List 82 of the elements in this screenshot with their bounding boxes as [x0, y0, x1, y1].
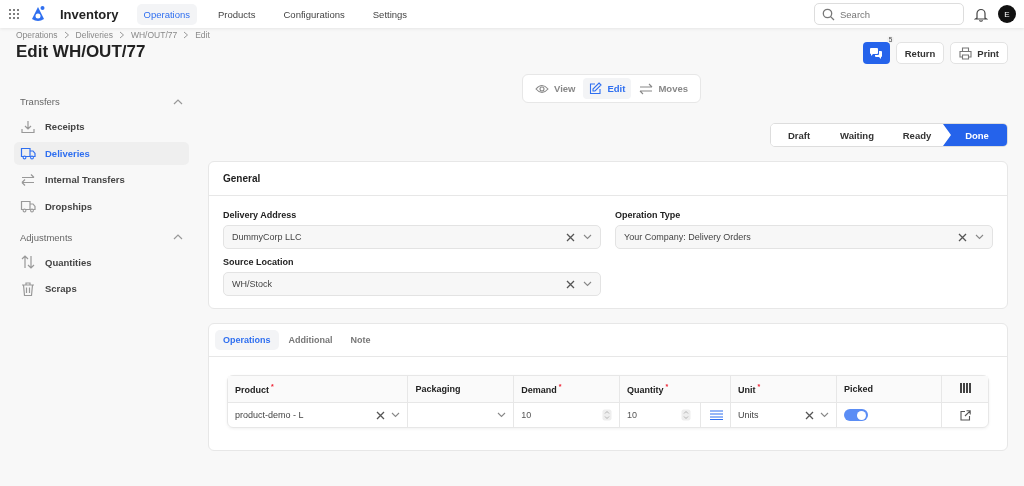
- swap-arrows-icon: [639, 82, 654, 95]
- clear-icon[interactable]: [376, 410, 386, 420]
- chevron-down-icon[interactable]: [583, 281, 592, 287]
- print-button[interactable]: Print: [950, 42, 1008, 64]
- breadcrumb-link[interactable]: Operations: [16, 30, 58, 40]
- truck-icon: [20, 198, 36, 214]
- return-button[interactable]: Return: [895, 42, 945, 64]
- sidebar-item[interactable]: Receipts: [14, 115, 189, 138]
- select-field[interactable]: DummyCorp LLC: [223, 225, 601, 249]
- edit-icon: [589, 82, 603, 95]
- view-mode-tab[interactable]: Edit: [583, 78, 632, 99]
- breadcrumb-separator-icon: [63, 31, 70, 39]
- printer-icon: [959, 46, 973, 60]
- nav-tab[interactable]: Configurations: [276, 3, 352, 25]
- chevron-down-icon[interactable]: [820, 412, 830, 418]
- breadcrumb-link[interactable]: WH/OUT/77: [130, 30, 178, 40]
- sidebar-section-title: Adjustments: [20, 231, 73, 243]
- eye-icon: [535, 83, 549, 94]
- chat-bubbles-icon: [869, 46, 884, 60]
- product-value[interactable]: product-demo - L: [235, 410, 371, 420]
- clear-icon[interactable]: [805, 410, 815, 420]
- page-title: Edit WH/OUT/77: [16, 42, 147, 62]
- clear-icon[interactable]: [958, 232, 967, 242]
- clear-icon[interactable]: [566, 232, 575, 242]
- picked-toggle[interactable]: [844, 409, 869, 421]
- status-step[interactable]: Done: [943, 124, 1007, 146]
- trash-icon: [20, 280, 36, 297]
- field-label: Operation Type: [615, 210, 682, 220]
- chevron-down-icon[interactable]: [391, 412, 401, 418]
- sidebar-item[interactable]: Internal Transfers: [14, 168, 189, 191]
- search-icon: [822, 7, 835, 21]
- column-title: Product: [235, 385, 269, 395]
- column-title: Packaging: [415, 384, 461, 394]
- column-title: Picked: [844, 384, 874, 394]
- view-mode-tab[interactable]: Moves: [633, 78, 694, 99]
- search-field[interactable]: Search: [814, 3, 964, 25]
- sidebar-item[interactable]: Dropships: [14, 194, 189, 218]
- column-title: Unit: [738, 385, 756, 395]
- collapse-chevron-icon[interactable]: [173, 234, 183, 240]
- column-title: Quantity: [627, 385, 664, 395]
- chevron-down-icon[interactable]: [975, 234, 984, 240]
- truck-icon: [20, 145, 36, 161]
- tab[interactable]: Note: [342, 330, 379, 350]
- up-down-arrows-icon: [20, 254, 36, 270]
- breadcrumb-separator-icon: [183, 31, 190, 39]
- comments-button[interactable]: [862, 42, 890, 64]
- columns-icon[interactable]: [959, 383, 971, 393]
- app-title: Inventory: [60, 6, 119, 22]
- column-title: Demand: [521, 385, 557, 395]
- nav-tab[interactable]: Products: [211, 3, 263, 25]
- view-mode-tab[interactable]: View: [529, 78, 582, 99]
- bell-icon[interactable]: [974, 6, 988, 22]
- breadcrumb-link[interactable]: Deliveries: [75, 30, 113, 40]
- clear-icon[interactable]: [566, 279, 575, 289]
- select-field[interactable]: WH/Stock: [223, 272, 601, 296]
- app-grid-icon[interactable]: [8, 8, 20, 20]
- download-icon: [20, 118, 36, 135]
- list-icon[interactable]: [710, 410, 724, 420]
- demand-input[interactable]: 10: [521, 410, 596, 420]
- tab[interactable]: Operations: [215, 330, 279, 350]
- external-link-icon[interactable]: [959, 409, 971, 421]
- sidebar-item[interactable]: Scraps: [14, 277, 189, 300]
- sidebar-item[interactable]: Deliveries: [14, 141, 189, 165]
- breadcrumb-link[interactable]: Edit: [195, 30, 210, 40]
- select-field[interactable]: Your Company: Delivery Orders: [615, 225, 993, 249]
- quantity-input[interactable]: 10: [627, 410, 676, 420]
- sidebar-item[interactable]: Quantities: [14, 250, 189, 274]
- chevron-down-icon[interactable]: [583, 234, 592, 240]
- field-label: Source Location: [223, 257, 295, 267]
- card-title: General: [223, 173, 261, 184]
- nav-tab[interactable]: Operations: [136, 3, 197, 25]
- nav-tab[interactable]: Settings: [365, 3, 415, 25]
- sidebar-section-title: Transfers: [20, 96, 60, 107]
- swap-arrows-icon: [20, 171, 36, 188]
- user-avatar[interactable]: E: [998, 5, 1016, 23]
- chevron-down-icon[interactable]: [497, 412, 507, 418]
- breadcrumb-separator-icon: [118, 31, 125, 39]
- tab[interactable]: Additional: [280, 330, 341, 350]
- field-label: Delivery Address: [223, 210, 298, 220]
- collapse-chevron-icon[interactable]: [173, 98, 183, 105]
- logo-icon: [30, 5, 46, 23]
- unit-value[interactable]: Units: [738, 410, 800, 420]
